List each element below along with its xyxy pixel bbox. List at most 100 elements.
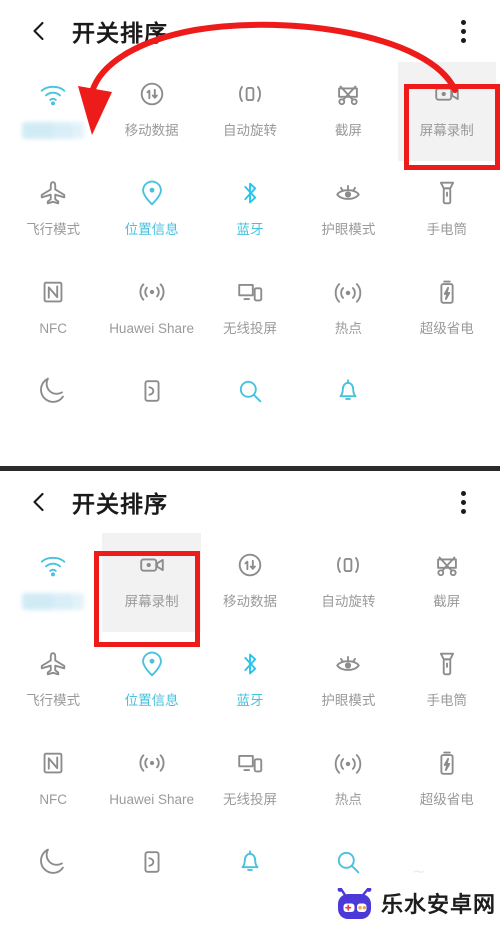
huawei-share-icon: [129, 743, 175, 783]
location-icon: [129, 173, 175, 213]
quick-tile-mobile-data[interactable]: 移动数据: [102, 62, 200, 161]
quick-tile-label: 超级省电: [419, 321, 474, 336]
flashlight-icon: [439, 181, 454, 205]
quick-tile-eye-comfort[interactable]: 护眼模式: [299, 632, 397, 731]
quick-tile-bell[interactable]: [201, 830, 299, 928]
eye-comfort-icon: [336, 185, 361, 200]
watermark-text: 乐水安卓网: [380, 892, 496, 917]
ultra-power-saving-icon: [440, 751, 454, 775]
quick-tile-hotspot[interactable]: 热点: [299, 731, 397, 830]
quick-tile-search[interactable]: [201, 359, 299, 458]
quick-tile-label: 自动旋转: [222, 123, 277, 138]
panel-before-reorder: 开关排序 移动数据 自动旋转 截屏 屏幕录制 飞行模式 位置信息 蓝牙 护眼模式 手电筒 NFC H…: [0, 0, 500, 466]
app-bar-bottom: 开关排序: [0, 471, 500, 533]
quick-tile-wifi[interactable]: [4, 62, 102, 161]
location-icon: [141, 180, 162, 206]
quick-tile-flashlight[interactable]: 手电筒: [398, 632, 496, 731]
wireless-projection-icon: [227, 743, 273, 783]
quick-tile-nfc[interactable]: NFC: [4, 260, 102, 359]
quick-tile-label-blurred: [22, 593, 85, 610]
quick-tile-label: 移动数据: [222, 594, 277, 609]
robot-logo-icon: [337, 888, 372, 919]
wireless-projection-icon: [238, 284, 263, 302]
quick-tile-nfc[interactable]: NFC: [4, 731, 102, 830]
quick-tile-smart-card[interactable]: [102, 830, 200, 928]
quick-tile-wifi[interactable]: [4, 533, 102, 632]
bluetooth-icon: [227, 173, 273, 213]
wireless-projection-icon: [227, 272, 273, 312]
quick-tile-do-not-disturb[interactable]: [4, 830, 102, 928]
more-options-button[interactable]: [446, 482, 480, 522]
quick-tile-label: 屏幕录制: [124, 594, 179, 609]
blank-icon: [424, 842, 470, 882]
quick-tile-ultra-power-saving[interactable]: 超级省电: [398, 260, 496, 359]
quick-tile-huawei-share[interactable]: Huawei Share: [102, 731, 200, 830]
airplane-icon: [41, 181, 66, 205]
ultra-power-saving-icon: [424, 272, 470, 312]
airplane-icon: [41, 652, 66, 676]
auto-rotate-icon: [239, 86, 261, 102]
quick-tile-screen-record[interactable]: 屏幕录制: [397, 62, 496, 161]
more-vertical-icon-dot: [460, 37, 466, 43]
site-watermark: 乐水安卓网: [335, 888, 496, 922]
quick-tile-label: 位置信息: [124, 222, 179, 237]
quick-tile-bluetooth[interactable]: 蓝牙: [201, 632, 299, 731]
quick-tile-label: 热点: [334, 321, 362, 336]
quick-tile-bell[interactable]: [299, 359, 397, 458]
quick-tile-eye-comfort[interactable]: 护眼模式: [299, 161, 397, 260]
flashlight-icon: [424, 644, 470, 684]
quick-tile-do-not-disturb[interactable]: [4, 359, 102, 458]
smart-card-icon: [129, 371, 175, 411]
screen-record-icon: [424, 74, 470, 114]
quick-tile-mobile-data[interactable]: 移动数据: [201, 533, 299, 632]
huawei-share-icon: [139, 283, 165, 301]
bluetooth-icon: [244, 182, 257, 204]
arrow-left-icon: [33, 492, 44, 512]
bell-icon: [241, 850, 259, 871]
quick-tile-label: 屏幕录制: [419, 123, 474, 138]
quick-settings-grid-top: 移动数据 自动旋转 截屏 屏幕录制飞行模式 位置信息 蓝牙 护眼模式 手电筒 NFC Huawei…: [0, 62, 500, 458]
flashlight-icon: [424, 173, 470, 213]
quick-tile-screenshot[interactable]: 截屏: [299, 62, 397, 161]
quick-tile-airplane[interactable]: 飞行模式: [4, 161, 102, 260]
screen-record-icon: [129, 545, 175, 585]
quick-tile-blank: [398, 359, 496, 458]
quick-tile-hotspot[interactable]: 热点: [299, 260, 397, 359]
page-title: 开关排序: [72, 491, 168, 517]
back-button[interactable]: [20, 482, 60, 522]
quick-tile-label: 截屏: [334, 123, 362, 138]
quick-tile-auto-rotate[interactable]: 自动旋转: [299, 533, 397, 632]
quick-tile-location[interactable]: 位置信息: [102, 632, 200, 731]
quick-tile-label: 热点: [334, 792, 362, 807]
more-options-button[interactable]: [446, 11, 480, 51]
quick-tile-auto-rotate[interactable]: 自动旋转: [201, 62, 299, 161]
quick-tile-flashlight[interactable]: 手电筒: [398, 161, 496, 260]
auto-rotate-icon: [227, 74, 273, 114]
mobile-data-icon: [238, 553, 262, 577]
quick-tile-smart-card[interactable]: [102, 359, 200, 458]
quick-tile-ultra-power-saving[interactable]: 超级省电: [398, 731, 496, 830]
screenshot-page: 开关排序 移动数据 自动旋转 截屏 屏幕录制 飞行模式 位置信息 蓝牙 护眼模式 手电筒 NFC H…: [0, 0, 500, 928]
screen-record-icon: [139, 558, 164, 572]
back-button[interactable]: [20, 11, 60, 51]
airplane-icon: [30, 173, 76, 213]
quick-tile-label: 超级省电: [419, 792, 474, 807]
smart-card-icon: [144, 851, 160, 873]
quick-tile-wireless-projection[interactable]: 无线投屏: [201, 731, 299, 830]
quick-tile-wireless-projection[interactable]: 无线投屏: [201, 260, 299, 359]
auto-rotate-icon: [325, 545, 371, 585]
quick-tile-label: 无线投屏: [222, 792, 277, 807]
more-vertical-icon-dot: [460, 28, 466, 34]
quick-tile-bluetooth[interactable]: 蓝牙: [201, 161, 299, 260]
watermark-ghost-mark: ∼: [411, 862, 426, 881]
quick-tile-airplane[interactable]: 飞行模式: [4, 632, 102, 731]
quick-tile-screenshot[interactable]: 截屏: [398, 533, 496, 632]
quick-tile-location[interactable]: 位置信息: [102, 161, 200, 260]
wifi-icon: [30, 545, 76, 585]
quick-tile-huawei-share[interactable]: Huawei Share: [102, 260, 200, 359]
blank-icon: [424, 371, 470, 411]
more-vertical-icon-dot: [460, 508, 466, 514]
quick-tile-screen-record[interactable]: 屏幕录制: [102, 533, 201, 632]
hotspot-icon: [335, 754, 362, 774]
do-not-disturb-icon: [40, 848, 65, 874]
